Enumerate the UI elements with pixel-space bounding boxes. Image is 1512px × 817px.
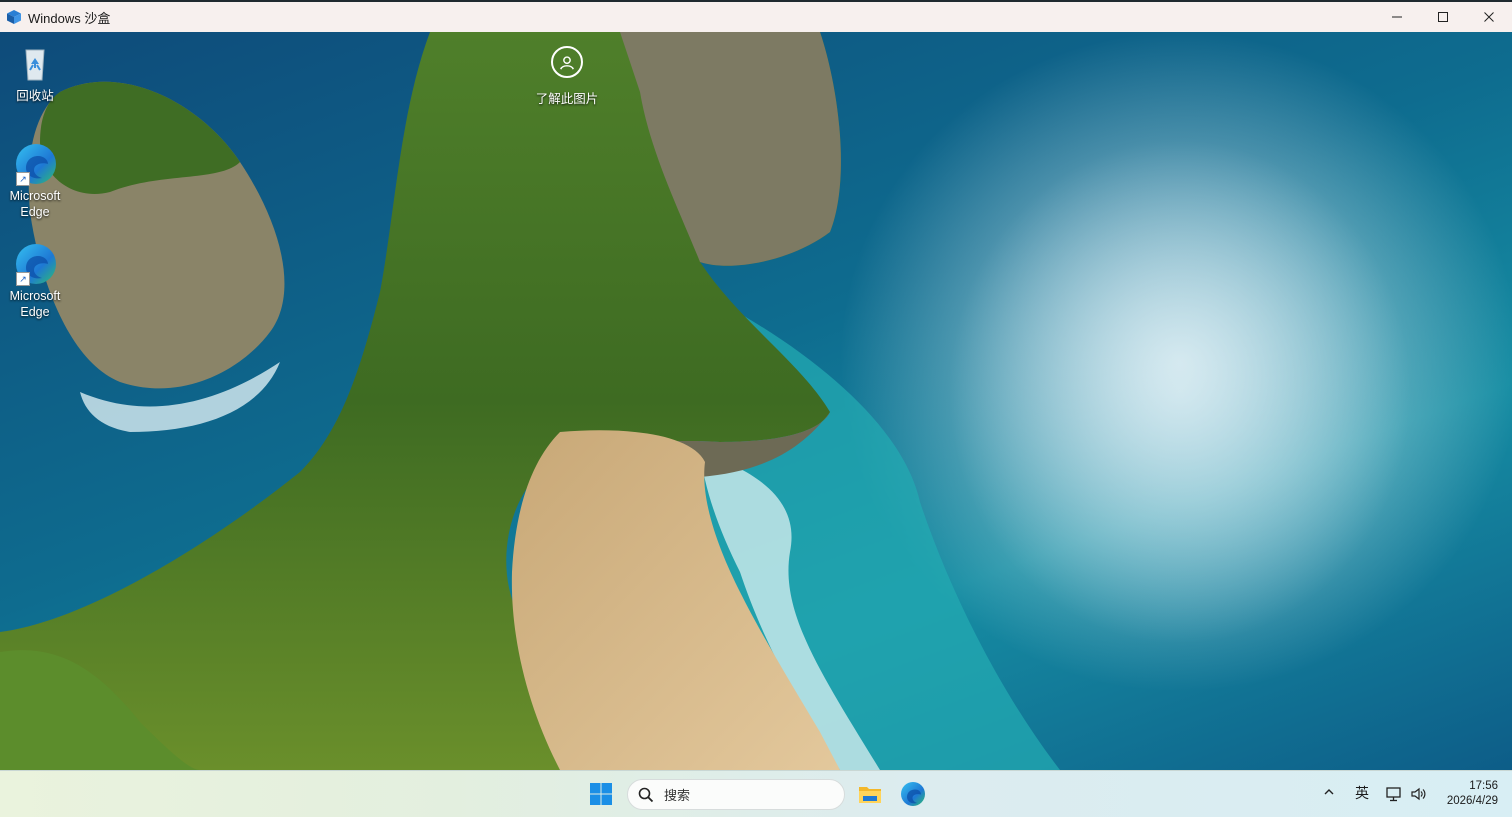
taskbar: 搜索 英 17:56 2026/4/29: [0, 770, 1512, 817]
input-method-indicator[interactable]: 英: [1355, 783, 1369, 803]
shortcut-arrow-icon: ↗: [16, 172, 30, 186]
desktop-icon-edge[interactable]: ↗ Microsoft Edge: [0, 140, 70, 220]
window-title-bar[interactable]: Windows 沙盒: [0, 0, 1512, 32]
maximize-icon: [1438, 12, 1448, 22]
edge-icon: ↗: [12, 240, 58, 286]
clock-time: 17:56: [1469, 780, 1498, 792]
maximize-button[interactable]: [1420, 2, 1466, 32]
recycle-bin-icon: [12, 40, 58, 86]
desktop-icon-label: Microsoft Edge: [9, 289, 61, 319]
taskbar-file-explorer[interactable]: [856, 780, 884, 808]
sandbox-app-icon: [7, 10, 21, 24]
file-explorer-icon: [859, 787, 881, 803]
windows-logo-icon: [590, 783, 612, 805]
edge-icon: ↗: [12, 140, 58, 186]
close-icon: [1484, 12, 1494, 22]
search-placeholder: 搜索: [664, 788, 691, 803]
taskbar-edge[interactable]: [899, 780, 927, 808]
start-button[interactable]: [589, 782, 613, 806]
taskbar-clock[interactable]: 17:56 2026/4/29: [1447, 779, 1498, 809]
camera-info-icon: [551, 46, 583, 78]
clock-date: 2026/4/29: [1446, 795, 1498, 807]
taskbar-search[interactable]: 搜索: [627, 779, 845, 810]
network-icon: [1386, 787, 1401, 802]
edge-icon: [901, 782, 925, 806]
show-hidden-icons-button[interactable]: [1323, 785, 1335, 801]
desktop-icon-edge[interactable]: ↗ Microsoft Edge: [0, 240, 70, 320]
desktop-icon-recycle-bin[interactable]: 回收站: [0, 40, 70, 104]
network-button[interactable]: [1385, 785, 1403, 806]
minimize-icon: [1392, 16, 1402, 18]
window-title: Windows 沙盒: [28, 10, 111, 26]
volume-button[interactable]: [1410, 785, 1428, 806]
close-button[interactable]: [1466, 2, 1512, 32]
learn-about-picture[interactable]: 了解此图片: [520, 46, 614, 107]
wallpaper-image: [0, 32, 1512, 770]
shortcut-arrow-icon: ↗: [16, 272, 30, 286]
desktop[interactable]: 回收站 ↗ Microsoft Edge ↗ Microsoft Edge 了解…: [0, 32, 1512, 770]
desktop-icon-label: 回收站: [16, 89, 54, 103]
learn-about-picture-label: 了解此图片: [535, 92, 599, 106]
search-icon: [638, 787, 654, 802]
minimize-button[interactable]: [1374, 2, 1420, 32]
desktop-icon-label: Microsoft Edge: [9, 189, 61, 219]
volume-icon: [1411, 787, 1426, 801]
chevron-up-icon: [1324, 789, 1334, 795]
